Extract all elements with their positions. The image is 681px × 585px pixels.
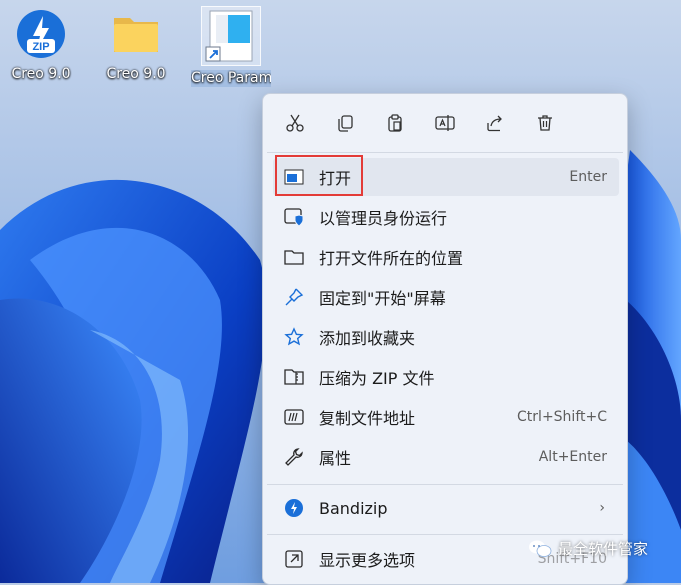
delete-button[interactable] <box>530 108 560 138</box>
wechat-icon <box>529 540 552 557</box>
menu-item-pin-to-start[interactable]: 固定到"开始"屏幕 <box>273 278 619 316</box>
copy-button[interactable] <box>330 108 360 138</box>
quick-actions-bar <box>263 94 627 152</box>
menu-item-label: 压缩为 ZIP 文件 <box>319 369 435 388</box>
desktop-icon-creo-zip[interactable]: ZIP Creo 9.0 <box>1 6 81 83</box>
share-button[interactable] <box>480 108 510 138</box>
more-options-icon <box>283 548 305 570</box>
menu-item-open[interactable]: 打开 Enter <box>273 158 619 196</box>
menu-item-label: 打开 <box>319 169 352 188</box>
shortcut-icon <box>201 6 261 66</box>
menu-item-label: 固定到"开始"屏幕 <box>319 289 446 308</box>
menu-item-label: 添加到收藏夹 <box>319 329 416 348</box>
shield-icon <box>283 206 305 228</box>
menu-separator <box>267 152 623 153</box>
desktop-icon-label: Creo 9.0 <box>11 66 71 82</box>
menu-item-bandizip[interactable]: Bandizip › <box>273 489 619 527</box>
menu-item-open-file-location[interactable]: 打开文件所在的位置 <box>273 238 619 276</box>
menu-item-shortcut: Enter <box>569 169 607 185</box>
svg-text:ZIP: ZIP <box>32 41 49 53</box>
copy-icon <box>338 115 353 132</box>
cut-button[interactable] <box>280 108 310 138</box>
context-menu: 打开 Enter 以管理员身份运行 打开文件所在的位置 固定到"开始"屏幕 添加… <box>262 93 628 585</box>
folder-icon <box>283 246 305 268</box>
menu-separator <box>267 534 623 535</box>
menu-item-label: 以管理员身份运行 <box>319 209 448 228</box>
desktop-icon-creo-parametric[interactable]: Creo Parametr... <box>191 6 271 87</box>
zip-archive-icon: ZIP <box>13 6 69 62</box>
desktop-icon-label: Creo 9.0 <box>106 66 166 82</box>
menu-item-properties[interactable]: 属性 Alt+Enter <box>273 438 619 476</box>
menu-separator <box>267 484 623 485</box>
rename-icon <box>435 115 455 131</box>
share-icon <box>487 115 502 132</box>
paste-icon <box>388 114 402 132</box>
pin-icon <box>283 286 305 308</box>
rename-button[interactable] <box>430 108 460 138</box>
menu-item-shortcut: Alt+Enter <box>538 449 607 465</box>
bandizip-icon <box>283 497 305 519</box>
zip-folder-icon <box>283 366 305 388</box>
wrench-icon <box>283 446 305 468</box>
menu-item-label: Bandizip <box>319 498 388 518</box>
menu-item-label: 属性 <box>319 449 352 468</box>
desktop-icon-creo-folder[interactable]: Creo 9.0 <box>96 6 176 83</box>
menu-item-label: 显示更多选项 <box>319 551 416 570</box>
watermark: 最全软件管家 <box>528 538 648 559</box>
paste-button[interactable] <box>380 108 410 138</box>
menu-item-add-to-favorites[interactable]: 添加到收藏夹 <box>273 318 619 356</box>
menu-item-run-as-admin[interactable]: 以管理员身份运行 <box>273 198 619 236</box>
cut-icon <box>286 114 304 132</box>
delete-icon <box>538 115 552 131</box>
menu-item-label: 打开文件所在的位置 <box>319 249 464 268</box>
watermark-text: 最全软件管家 <box>558 540 649 558</box>
menu-item-shortcut: Ctrl+Shift+C <box>517 409 607 425</box>
folder-icon <box>108 6 164 62</box>
copy-path-icon <box>283 406 305 428</box>
menu-item-label: 复制文件地址 <box>319 409 416 428</box>
menu-item-copy-path[interactable]: 复制文件地址 Ctrl+Shift+C <box>273 398 619 436</box>
open-window-icon <box>283 166 305 188</box>
desktop-icon-label: Creo Parametr... <box>191 70 271 87</box>
menu-item-compress-zip[interactable]: 压缩为 ZIP 文件 <box>273 358 619 396</box>
star-icon <box>283 326 305 348</box>
chevron-right-icon: › <box>599 500 605 516</box>
